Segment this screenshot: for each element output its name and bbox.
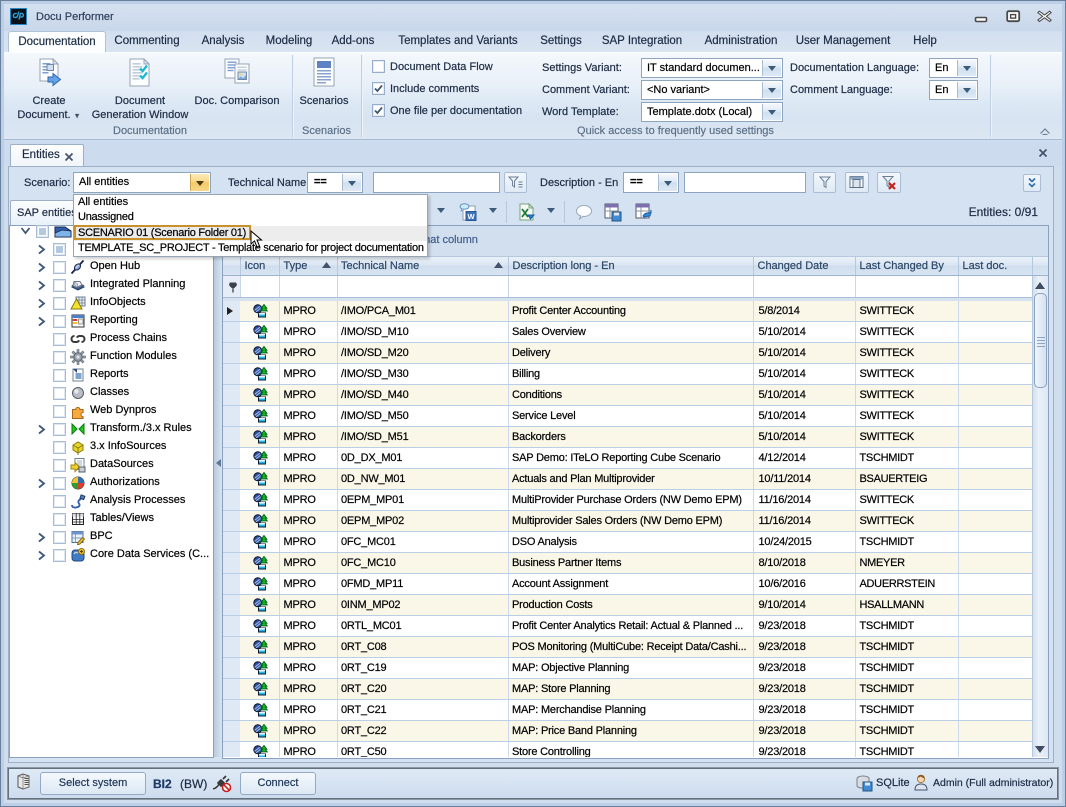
svg-text:W: W — [467, 212, 475, 221]
